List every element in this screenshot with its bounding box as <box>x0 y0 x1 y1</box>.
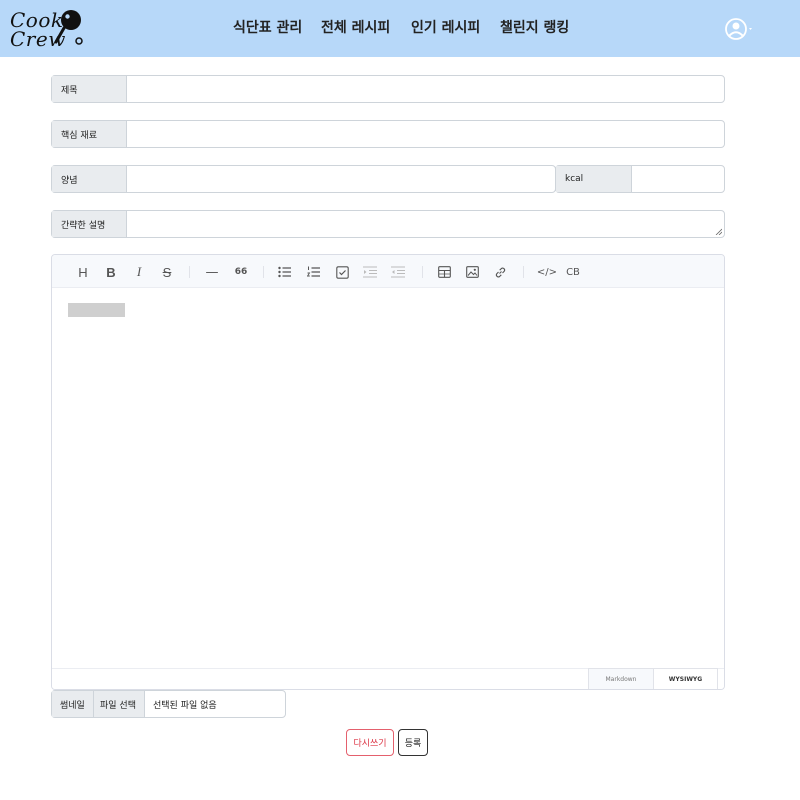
code-block-icon[interactable]: CB <box>564 263 582 281</box>
markdown-editor: H B I S — 66 </> CB Markdown WYSIWYG <box>51 254 725 690</box>
image-icon[interactable] <box>463 263 481 281</box>
toolbar-separator <box>523 266 524 278</box>
outdent-icon[interactable] <box>361 263 379 281</box>
ingredients-field-group: 핵심 재료 <box>51 120 725 148</box>
toolbar-separator <box>263 266 264 278</box>
kcal-label: kcal <box>556 166 632 192</box>
wysiwyg-mode-tab[interactable]: WYSIWYG <box>653 668 718 689</box>
file-status: 선택된 파일 없음 <box>153 700 217 711</box>
editor-toolbar: H B I S — 66 </> CB <box>52 255 724 288</box>
link-icon[interactable] <box>491 263 509 281</box>
main-nav: 식단표 관리 전체 레시피 인기 레시피 챌린지 랭킹 <box>0 17 800 39</box>
resize-grip-icon[interactable] <box>715 228 722 235</box>
code-icon[interactable]: </> <box>536 263 558 281</box>
title-field-group: 제목 <box>51 75 725 103</box>
nav-diet-plan[interactable]: 식단표 관리 <box>233 17 302 37</box>
profile-menu-button[interactable] <box>724 16 756 42</box>
quote-icon[interactable]: 66 <box>232 263 250 281</box>
title-label: 제목 <box>52 76 127 102</box>
nav-all-recipes[interactable]: 전체 레시피 <box>321 17 390 37</box>
toolbar-separator <box>189 266 190 278</box>
thumbnail-label: 썸네일 <box>52 691 94 717</box>
kcal-field-group: kcal <box>555 165 725 193</box>
dropdown-caret-icon <box>749 28 752 30</box>
amount-field-group: 양념 <box>51 165 556 193</box>
italic-icon[interactable]: I <box>130 263 148 281</box>
amount-input[interactable] <box>127 166 555 192</box>
strike-icon[interactable]: S <box>158 263 176 281</box>
editor-mode-switch: Markdown WYSIWYG <box>52 668 724 689</box>
hr-icon[interactable]: — <box>203 263 221 281</box>
user-circle-icon <box>725 18 752 40</box>
description-label: 간략한 설명 <box>52 211 127 237</box>
thumbnail-file-group: 썸네일 파일 선택 선택된 파일 없음 <box>51 690 286 718</box>
markdown-mode-tab[interactable]: Markdown <box>588 668 654 689</box>
choose-file-button[interactable]: 파일 선택 <box>94 691 145 717</box>
heading-icon[interactable]: H <box>74 263 92 281</box>
header: Cook Crew 식단표 관리 전체 레시피 인기 레시피 챌린지 랭킹 <box>0 0 800 57</box>
editor-content-placeholder[interactable] <box>68 303 125 317</box>
nav-challenge-ranking[interactable]: 챌린지 랭킹 <box>500 17 569 37</box>
ingredients-label: 핵심 재료 <box>52 121 127 147</box>
task-list-icon[interactable] <box>333 263 351 281</box>
description-textarea[interactable] <box>127 211 724 237</box>
ordered-list-icon[interactable] <box>305 263 323 281</box>
nav-popular-recipes[interactable]: 인기 레시피 <box>411 17 480 37</box>
ingredients-input[interactable] <box>127 121 724 147</box>
title-input[interactable] <box>127 76 724 102</box>
reset-button[interactable]: 다시쓰기 <box>346 729 394 756</box>
toolbar-separator <box>422 266 423 278</box>
bold-icon[interactable]: B <box>102 263 120 281</box>
indent-icon[interactable] <box>389 263 407 281</box>
table-icon[interactable] <box>435 263 453 281</box>
kcal-input[interactable] <box>632 166 724 192</box>
amount-label: 양념 <box>52 166 127 192</box>
submit-button[interactable]: 등록 <box>398 729 428 756</box>
description-field-group: 간략한 설명 <box>51 210 725 238</box>
bullet-list-icon[interactable] <box>276 263 294 281</box>
